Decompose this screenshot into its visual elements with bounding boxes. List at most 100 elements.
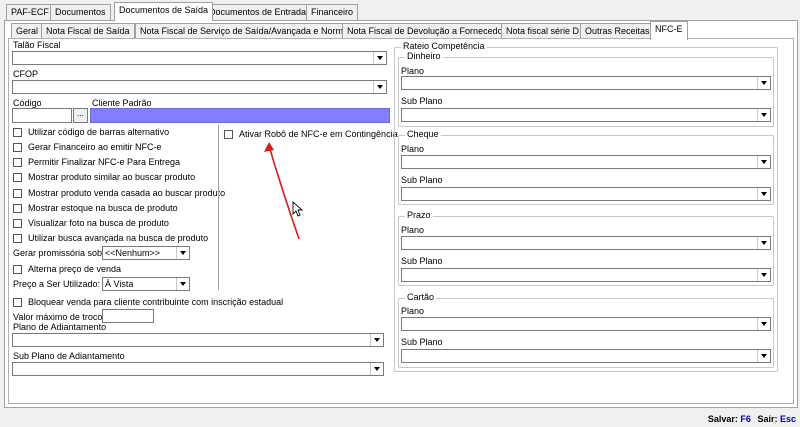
checkbox[interactable] (13, 233, 22, 243)
chevron-down-icon[interactable] (757, 350, 770, 362)
check-alterna-preco[interactable]: Alterna preço de venda (13, 263, 121, 275)
checkbox[interactable] (13, 264, 22, 274)
prazo-subplano-label: Sub Plano (401, 256, 443, 266)
status-bar: Salvar: F6 Sair: Esc (0, 410, 800, 427)
chevron-down-icon[interactable] (373, 52, 386, 64)
cheque-plano-label: Plano (401, 144, 425, 154)
checkbox[interactable] (13, 203, 22, 213)
prazo-plano-label: Plano (401, 225, 425, 235)
preco-select[interactable]: À Vista (102, 277, 190, 291)
check-label: Alterna preço de venda (28, 264, 122, 274)
check-label: Bloquear venda para cliente contribuinte… (28, 297, 284, 307)
cheque-plano-select[interactable] (401, 155, 771, 169)
checkbox[interactable] (13, 297, 22, 307)
promissoria-value: <<Nenhum>> (105, 248, 161, 258)
cfop-select[interactable] (12, 80, 387, 94)
top-tab-row: PAF-ECF Documentos Documentos de Saída D… (6, 2, 800, 21)
chevron-down-icon[interactable] (370, 363, 383, 375)
check-ativar-robo[interactable]: Ativar Robô de NFC-e em Contingência (224, 128, 398, 140)
check-visualizar-foto[interactable]: Visualizar foto na busca de produto (13, 217, 169, 229)
check-busca-avancada[interactable]: Utilizar busca avançada na busca de prod… (13, 232, 208, 244)
chevron-down-icon[interactable] (757, 109, 770, 121)
cheque-subplano-select[interactable] (401, 187, 771, 201)
talao-fiscal-select[interactable] (12, 51, 387, 65)
dinheiro-subplano-select[interactable] (401, 108, 771, 122)
sub-plano-adiantamento-select[interactable] (12, 362, 384, 376)
sub-plano-adiantamento-label: Sub Plano de Adiantamento (13, 351, 125, 361)
preco-label: Preço a Ser Utilizado: (13, 279, 101, 289)
check-label: Mostrar produto venda casada ao buscar p… (28, 188, 226, 198)
plano-adiantamento-select[interactable] (12, 333, 384, 347)
tab-nfc-e[interactable]: NFC-E (650, 21, 688, 40)
cartao-plano-label: Plano (401, 306, 425, 316)
chevron-down-icon[interactable] (176, 278, 189, 290)
check-label: Mostrar produto similar ao buscar produt… (28, 172, 196, 182)
check-gerar-financeiro[interactable]: Gerar Financeiro ao emitir NFC-e (13, 141, 162, 153)
check-mostrar-estoque[interactable]: Mostrar estoque na busca de produto (13, 202, 178, 214)
chevron-down-icon[interactable] (757, 237, 770, 249)
checkbox[interactable] (13, 218, 22, 228)
cfop-label: CFOP (13, 69, 39, 79)
check-label: Mostrar estoque na busca de produto (28, 203, 178, 213)
check-venda-casada[interactable]: Mostrar produto venda casada ao buscar p… (13, 187, 225, 199)
chevron-down-icon[interactable] (370, 334, 383, 346)
cheque-title: Cheque (405, 129, 441, 139)
troco-label: Valor máximo de troco (13, 312, 103, 322)
codigo-input[interactable] (12, 108, 72, 123)
tab-documentos-de-saida[interactable]: Documentos de Saída (114, 2, 214, 21)
salvar-label: Salvar: (707, 414, 738, 424)
shortcuts-hint: Salvar: F6 Sair: Esc (708, 414, 796, 424)
chevron-down-icon[interactable] (757, 318, 770, 330)
tab-documentos[interactable]: Documentos (50, 4, 111, 21)
prazo-subplano-select[interactable] (401, 268, 771, 282)
check-finalizar-entrega[interactable]: Permitir Finalizar NFC-e Para Entrega (13, 156, 180, 168)
cartao-plano-select[interactable] (401, 317, 771, 331)
dinheiro-title: Dinheiro (405, 51, 443, 61)
checkbox[interactable] (13, 142, 22, 152)
lookup-button[interactable]: ... (73, 108, 88, 123)
cliente-padrao-field[interactable] (90, 108, 390, 123)
check-bloquear-venda[interactable]: Bloquear venda para cliente contribuinte… (13, 296, 283, 308)
chevron-down-icon[interactable] (757, 269, 770, 281)
talao-fiscal-label: Talão Fiscal (13, 40, 61, 50)
cheque-subplano-label: Sub Plano (401, 175, 443, 185)
checkbox[interactable] (13, 127, 22, 137)
chevron-down-icon[interactable] (757, 188, 770, 200)
cliente-padrao-label: Cliente Padrão (92, 98, 152, 108)
prazo-plano-select[interactable] (401, 236, 771, 250)
tab-documentos-de-entrada[interactable]: Documentos de Entrada (204, 4, 312, 21)
dinheiro-plano-select[interactable] (401, 76, 771, 90)
troco-input[interactable] (102, 309, 154, 323)
chevron-down-icon[interactable] (176, 247, 189, 259)
codigo-label: Código (13, 98, 42, 108)
sair-key: Esc (779, 414, 796, 424)
annotation-arrow-icon (264, 142, 300, 240)
checkbox[interactable] (13, 188, 22, 198)
chevron-down-icon[interactable] (757, 77, 770, 89)
column-divider (218, 125, 219, 290)
prazo-title: Prazo (405, 210, 433, 220)
tab-financeiro[interactable]: Financeiro (306, 4, 359, 21)
rateio-title: Rateio Competência (401, 41, 487, 51)
chevron-down-icon[interactable] (373, 81, 386, 93)
cartao-subplano-label: Sub Plano (401, 337, 443, 347)
checkbox[interactable] (13, 172, 22, 182)
promissoria-select[interactable]: <<Nenhum>> (102, 246, 190, 260)
dinheiro-subplano-label: Sub Plano (401, 96, 443, 106)
cartao-subplano-select[interactable] (401, 349, 771, 363)
chevron-down-icon[interactable] (757, 156, 770, 168)
checkbox[interactable] (13, 157, 22, 167)
mouse-cursor-icon (292, 201, 304, 217)
salvar-key: F6 (740, 414, 751, 424)
dinheiro-plano-label: Plano (401, 66, 425, 76)
tab-paf-ecf[interactable]: PAF-ECF (6, 4, 54, 21)
check-codigo-barras[interactable]: Utilizar código de barras alternativo (13, 126, 169, 138)
preco-value: À Vista (105, 279, 134, 289)
checkbox[interactable] (224, 129, 233, 139)
check-produto-similar[interactable]: Mostrar produto similar ao buscar produt… (13, 171, 195, 183)
promissoria-label: Gerar promissória sobre: (13, 248, 113, 258)
check-label: Utilizar busca avançada na busca de prod… (28, 233, 209, 243)
check-label: Permitir Finalizar NFC-e Para Entrega (28, 157, 181, 167)
check-label: Visualizar foto na busca de produto (28, 218, 169, 228)
check-label: Gerar Financeiro ao emitir NFC-e (28, 142, 162, 152)
